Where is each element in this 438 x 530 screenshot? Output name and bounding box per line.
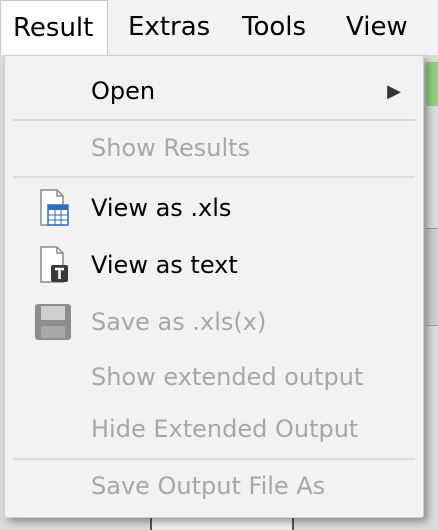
menu-separator: [13, 458, 415, 460]
menu-item-show-extended-output: Show extended output: [5, 352, 423, 402]
menu-item-label: View as text: [91, 251, 238, 279]
menu-item-label: Hide Extended Output: [91, 415, 359, 443]
menu-item-label: Show Results: [91, 134, 251, 162]
menu-separator: [13, 176, 415, 178]
menu-result[interactable]: Result: [0, 0, 108, 55]
text-document-icon: [33, 245, 73, 285]
menu-item-label: Save Output File As: [91, 472, 326, 500]
menu-bar: Result Extras Tools View: [0, 0, 438, 55]
chevron-right-icon: ▶: [387, 80, 401, 102]
menu-item-label: View as .xls: [91, 194, 232, 222]
menu-item-label: Save as .xls(x): [91, 308, 267, 336]
menu-view[interactable]: View: [328, 0, 438, 55]
menu-separator: [13, 119, 415, 121]
menu-item-view-text[interactable]: View as text: [5, 240, 423, 290]
menu-tools[interactable]: Tools: [226, 0, 328, 55]
menu-item-save-xls: Save as .xls(x): [5, 297, 423, 347]
result-dropdown-menu: Open ▶ Show Results View as .xls View as…: [4, 55, 424, 518]
menu-extras[interactable]: Extras: [108, 0, 226, 55]
menu-item-view-xls[interactable]: View as .xls: [5, 183, 423, 233]
menu-item-label: Show extended output: [91, 363, 364, 391]
menu-item-hide-extended-output: Hide Extended Output: [5, 404, 423, 454]
background-panel: [426, 228, 438, 326]
spreadsheet-icon: [33, 188, 73, 228]
menu-item-open[interactable]: Open ▶: [5, 66, 423, 116]
menu-item-save-output-file-as: Save Output File As: [5, 461, 423, 511]
menu-item-label: Open: [91, 77, 156, 105]
save-icon: [33, 302, 73, 342]
menu-item-show-results: Show Results: [5, 123, 423, 173]
background-green-cell: [426, 62, 438, 106]
